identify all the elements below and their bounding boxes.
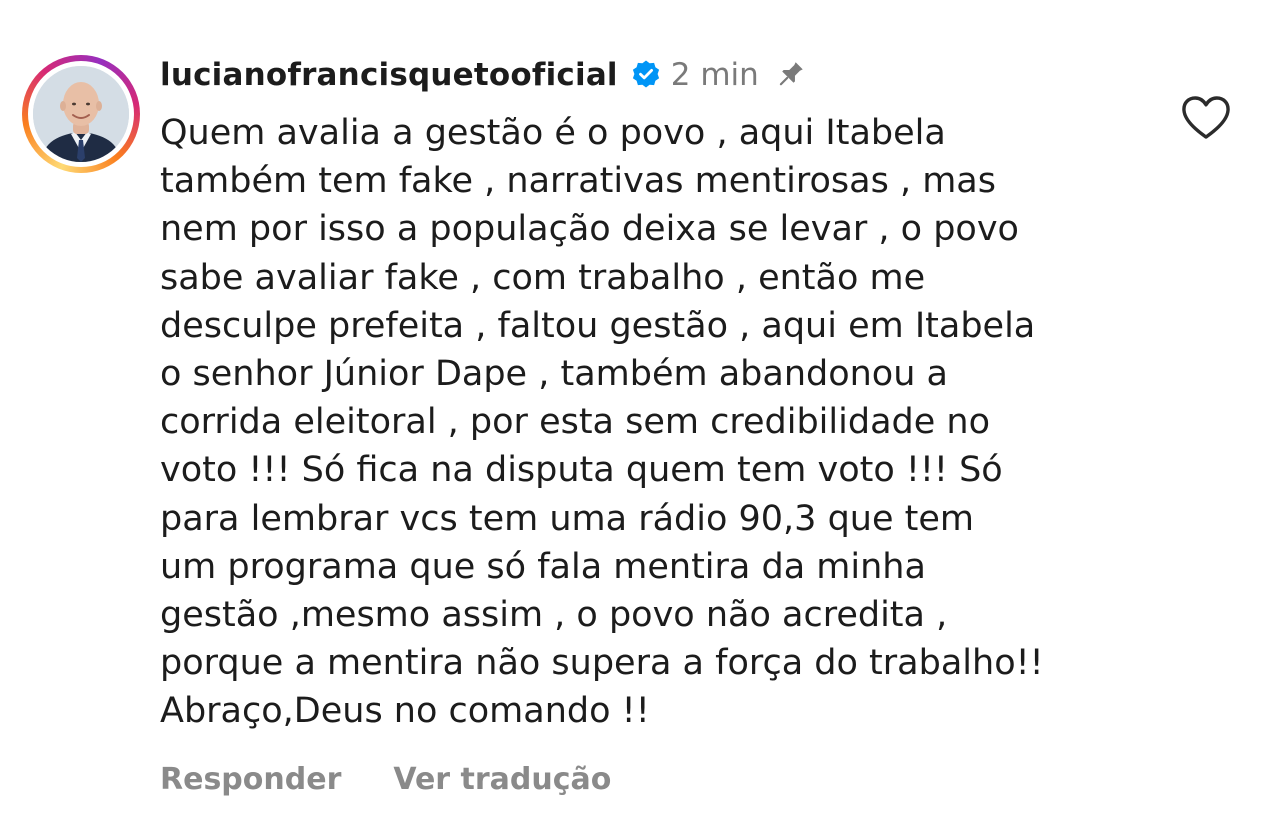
like-heart-icon[interactable] xyxy=(1180,95,1232,141)
username-link[interactable]: lucianofrancisquetooficial xyxy=(160,57,618,93)
comment-item: lucianofrancisquetooficial 2 min Quem av… xyxy=(0,0,1282,835)
avatar xyxy=(33,66,129,162)
see-translation-button[interactable]: Ver tradução xyxy=(393,762,611,797)
avatar-photo xyxy=(33,66,129,162)
comment-body: Quem avalia a gestão é o povo , aqui Ita… xyxy=(160,113,1044,732)
comment-actions: Responder Ver tradução xyxy=(160,755,611,803)
avatar-story-ring[interactable] xyxy=(22,55,140,173)
comment-timestamp: 2 min xyxy=(670,57,759,93)
pin-icon xyxy=(773,58,807,92)
verified-badge-icon xyxy=(630,59,662,91)
comment-header: lucianofrancisquetooficial 2 min xyxy=(160,50,807,100)
reply-button[interactable]: Responder xyxy=(160,762,341,797)
